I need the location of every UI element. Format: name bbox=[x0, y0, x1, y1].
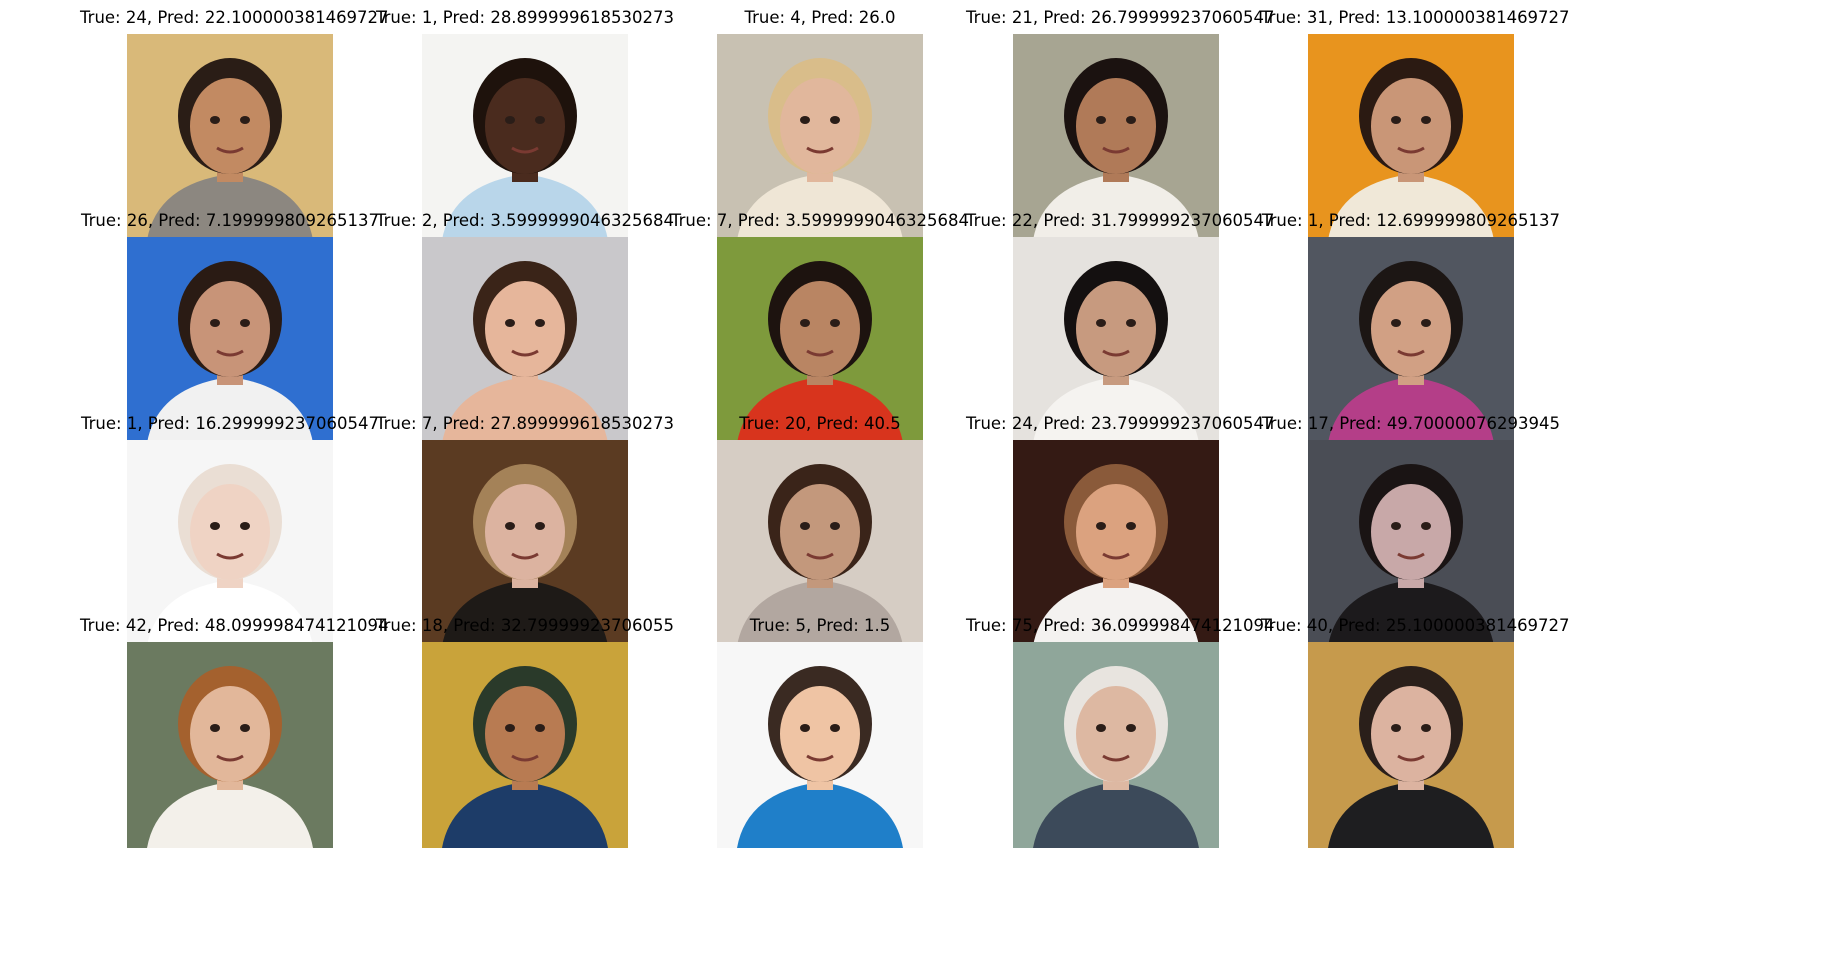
portrait-svg bbox=[127, 642, 333, 848]
portrait-svg bbox=[422, 237, 628, 443]
panel-title: True: 21, Pred: 26.799999237060547 bbox=[966, 8, 1275, 27]
portrait-svg bbox=[717, 237, 923, 443]
face-image bbox=[717, 237, 923, 443]
panel-title: True: 40, Pred: 25.100000381469727 bbox=[1261, 616, 1570, 635]
prediction-grid: True: 24, Pred: 22.100000381469727 True: … bbox=[0, 0, 1846, 969]
face-image bbox=[127, 642, 333, 848]
face-image bbox=[422, 237, 628, 443]
face-image bbox=[422, 642, 628, 848]
panel-title: True: 7, Pred: 27.899999618530273 bbox=[375, 414, 675, 433]
face-image bbox=[1013, 237, 1219, 443]
face-image bbox=[1308, 237, 1514, 443]
face-image bbox=[717, 642, 923, 848]
panel-title: True: 20, Pred: 40.5 bbox=[739, 414, 901, 433]
panel-title: True: 31, Pred: 13.100000381469727 bbox=[1261, 8, 1570, 27]
face-image bbox=[127, 237, 333, 443]
panel-title: True: 1, Pred: 12.699999809265137 bbox=[1261, 211, 1561, 230]
portrait-svg bbox=[1013, 642, 1219, 848]
panel-title: True: 18, Pred: 32.79999923706055 bbox=[375, 616, 675, 635]
face-image bbox=[1013, 642, 1219, 848]
portrait-svg bbox=[422, 642, 628, 848]
portrait-svg bbox=[717, 34, 923, 240]
panel-title: True: 5, Pred: 1.5 bbox=[749, 616, 891, 635]
panel-title: True: 1, Pred: 16.299999237060547 bbox=[80, 414, 380, 433]
panel-title: True: 22, Pred: 31.799999237060547 bbox=[966, 211, 1275, 230]
panel-title: True: 7, Pred: 3.5999999046325684 bbox=[670, 211, 970, 230]
panel-title: True: 75, Pred: 36.099998474121094 bbox=[966, 616, 1275, 635]
panel-title: True: 1, Pred: 28.899999618530273 bbox=[375, 8, 675, 27]
portrait-svg bbox=[127, 34, 333, 240]
face-image bbox=[127, 34, 333, 240]
face-image bbox=[422, 34, 628, 240]
portrait-svg bbox=[1308, 34, 1514, 240]
portrait-svg bbox=[422, 34, 628, 240]
portrait-svg bbox=[717, 642, 923, 848]
panel-title: True: 24, Pred: 22.100000381469727 bbox=[80, 8, 389, 27]
panel-title: True: 42, Pred: 48.099998474121094 bbox=[80, 616, 389, 635]
portrait-svg bbox=[1308, 237, 1514, 443]
panel-title: True: 17, Pred: 49.70000076293945 bbox=[1261, 414, 1561, 433]
panel-title: True: 24, Pred: 23.799999237060547 bbox=[966, 414, 1275, 433]
portrait-svg bbox=[127, 237, 333, 443]
portrait-svg bbox=[1013, 34, 1219, 240]
panel-title: True: 4, Pred: 26.0 bbox=[744, 8, 896, 27]
panel-title: True: 26, Pred: 7.199999809265137 bbox=[80, 211, 380, 230]
panel-title: True: 2, Pred: 3.5999999046325684 bbox=[375, 211, 675, 230]
face-image bbox=[1013, 34, 1219, 240]
face-image bbox=[1308, 642, 1514, 848]
portrait-svg bbox=[1308, 642, 1514, 848]
face-image bbox=[1308, 34, 1514, 240]
portrait-svg bbox=[1013, 237, 1219, 443]
face-image bbox=[717, 34, 923, 240]
